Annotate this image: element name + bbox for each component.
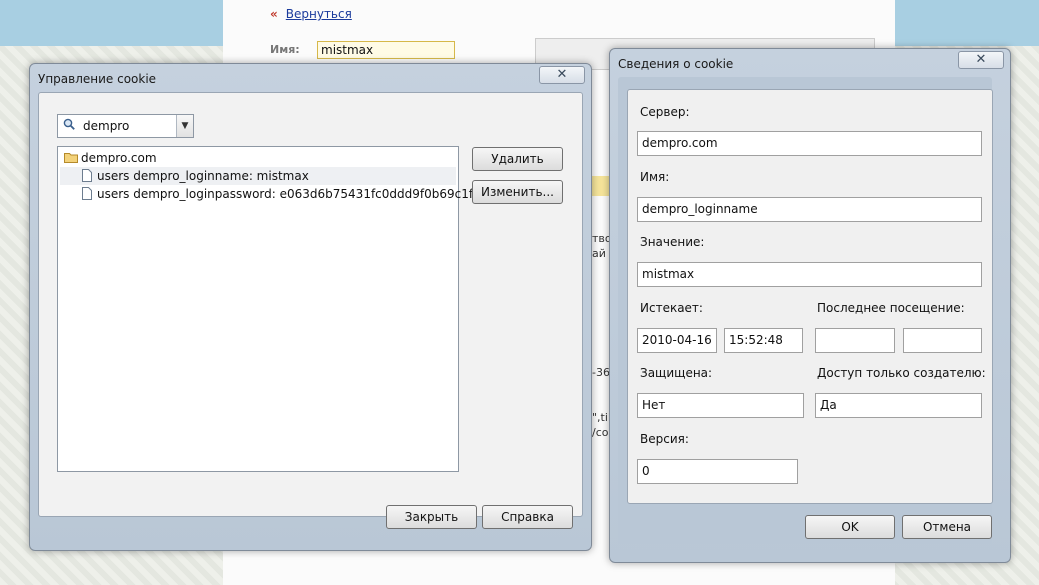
tree-cookie-label: users dempro_loginpassword: e063d6b75431… <box>97 187 510 201</box>
chevron-down-icon[interactable]: ▼ <box>176 115 193 137</box>
dialog-title: Сведения о cookie <box>618 57 734 71</box>
help-button[interactable]: Справка <box>482 505 573 529</box>
search-value: dempro <box>83 119 130 133</box>
page-text-fragment: /co <box>592 426 609 439</box>
creator-only-field[interactable]: Да <box>815 393 982 418</box>
last-visit-label: Последнее посещение: <box>817 301 965 315</box>
document-icon <box>82 187 92 200</box>
delete-button[interactable]: Удалить <box>472 147 563 171</box>
server-label: Сервер: <box>640 105 690 119</box>
expires-date-field[interactable]: 2010-04-16 <box>637 328 717 353</box>
magnifier-icon <box>63 118 75 130</box>
tree-domain-label: dempro.com <box>81 151 157 165</box>
expires-label: Истекает: <box>640 301 703 315</box>
page-text-fragment: ай <box>592 247 606 260</box>
close-icon[interactable]: ✕ <box>539 66 585 84</box>
creator-only-label: Доступ только создателю: <box>817 366 986 380</box>
dialog-title: Управление cookie <box>38 72 157 86</box>
secure-label: Защищена: <box>640 366 713 380</box>
server-field[interactable]: dempro.com <box>637 131 982 156</box>
last-visit-date-field[interactable] <box>815 328 895 353</box>
expires-time-field[interactable]: 15:52:48 <box>724 328 803 353</box>
page-text-fragment: -36 <box>592 366 610 379</box>
last-visit-time-field[interactable] <box>903 328 982 353</box>
document-icon <box>82 169 92 182</box>
folder-icon <box>64 153 78 163</box>
back-arrows-icon: « <box>270 7 278 21</box>
page-highlight-strip <box>592 176 610 196</box>
page-text-fragment: ",ti <box>592 411 608 424</box>
back-link-row: « Вернуться <box>270 7 352 21</box>
tree-row-cookie[interactable]: users dempro_loginname: mistmax <box>60 167 456 185</box>
tree-row-cookie[interactable]: users dempro_loginpassword: e063d6b75431… <box>60 185 510 203</box>
back-link[interactable]: Вернуться <box>286 7 352 21</box>
close-button[interactable]: Закрыть <box>386 505 477 529</box>
value-field[interactable]: mistmax <box>637 262 982 287</box>
edit-button[interactable]: Изменить... <box>472 180 563 204</box>
cookie-tree[interactable]: dempro.com users dempro_loginname: mistm… <box>57 146 510 472</box>
tree-row-domain[interactable]: dempro.com <box>60 149 456 167</box>
name-field[interactable]: dempro_loginname <box>637 197 982 222</box>
version-label: Версия: <box>640 432 689 446</box>
value-label: Значение: <box>640 235 705 249</box>
cancel-button[interactable]: Отмена <box>902 515 992 539</box>
version-field[interactable]: 0 <box>637 459 798 484</box>
page-name-input[interactable]: mistmax <box>317 41 455 59</box>
secure-field[interactable]: Нет <box>637 393 804 418</box>
close-icon[interactable]: ✕ <box>958 51 1004 69</box>
tree-cookie-label: users dempro_loginname: mistmax <box>97 169 309 183</box>
ok-button[interactable]: OK <box>805 515 895 539</box>
name-label: Имя: <box>640 170 670 184</box>
search-input[interactable]: dempro ▼ <box>57 114 194 138</box>
page-name-label: Имя: <box>270 43 300 56</box>
